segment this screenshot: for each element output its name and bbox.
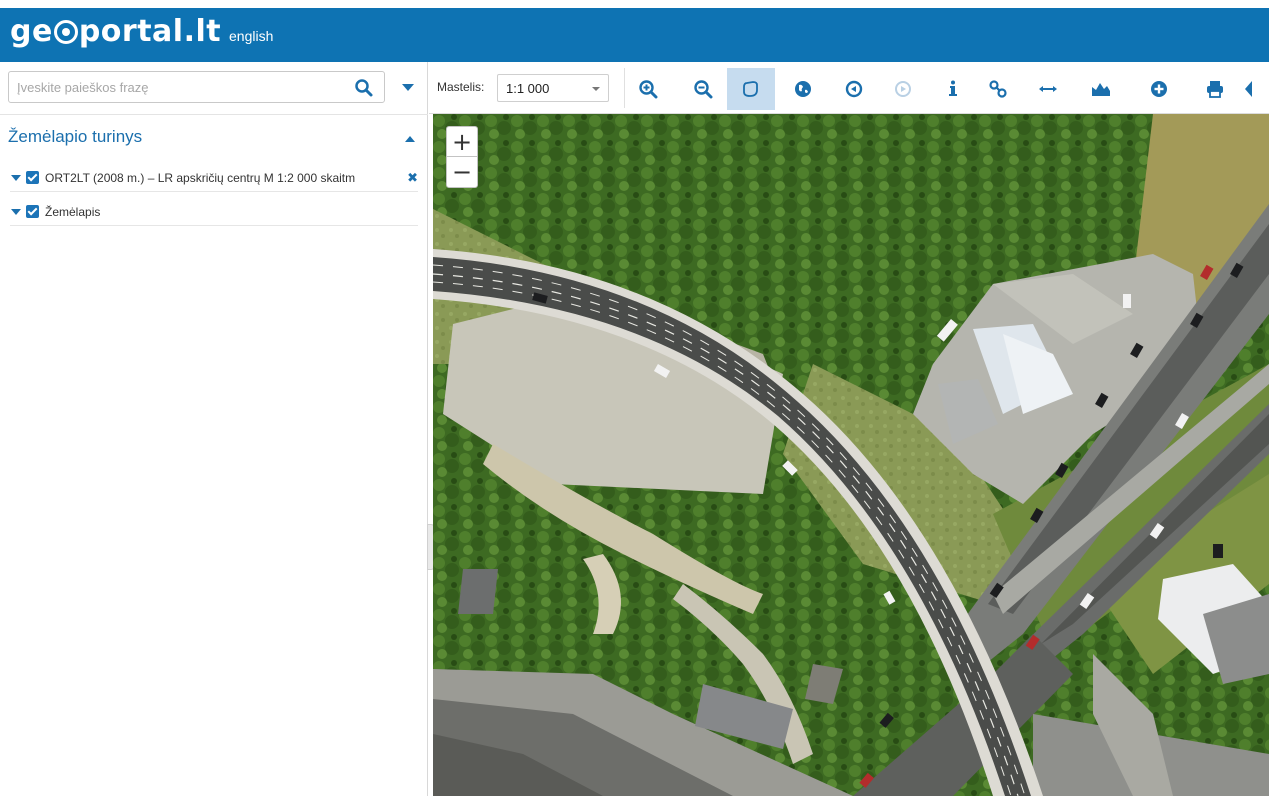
aerial-imagery-layer[interactable]: [433, 114, 1269, 796]
link-icon: [989, 80, 1007, 98]
previous-extent-button[interactable]: [832, 68, 876, 110]
print-icon: [1207, 81, 1223, 98]
more-icon: [1245, 81, 1252, 97]
next-extent-icon: [895, 81, 911, 97]
map-zoom-control: + −: [446, 126, 478, 188]
toolbar-divider: [624, 68, 625, 108]
layer-visibility-checkbox[interactable]: [26, 205, 39, 218]
map-view[interactable]: + −: [433, 114, 1269, 796]
map-content-title: Žemėlapio turinys: [8, 127, 143, 146]
language-switch-link[interactable]: english: [229, 28, 273, 44]
search-options-dropdown-icon[interactable]: [399, 80, 417, 94]
geoportal-logo[interactable]: ge portal.lt: [10, 14, 221, 49]
logo-suffix: portal.lt: [78, 14, 222, 49]
zoom-out-tool-icon: [694, 80, 713, 99]
identify-button[interactable]: [931, 68, 975, 110]
search-icon[interactable]: [354, 78, 374, 98]
layer-label: ORT2LT (2008 m.) – LR apskričių centrų M…: [45, 170, 356, 185]
info-icon: [949, 80, 957, 96]
header-top-strip: [0, 0, 1269, 8]
layer-row-zemelapis: Žemėlapis: [10, 198, 418, 226]
scale-value: 1:1 000: [506, 81, 550, 96]
expand-layer-chevron-icon[interactable]: [10, 172, 22, 184]
zoom-in-tool-button[interactable]: [626, 68, 670, 110]
elevation-profile-icon: [1092, 83, 1110, 96]
full-extent-button[interactable]: [781, 68, 825, 110]
expand-layer-chevron-icon[interactable]: [10, 206, 22, 218]
map-zoom-in-button[interactable]: +: [447, 127, 477, 157]
measure-distance-button[interactable]: [1026, 68, 1070, 110]
layer-row-ort2lt: ORT2LT (2008 m.) – LR apskričių centrų M…: [10, 164, 418, 192]
previous-extent-icon: [845, 80, 863, 98]
add-layer-button[interactable]: [1137, 68, 1181, 110]
pan-tool-button[interactable]: [727, 68, 775, 110]
map-zoom-out-button[interactable]: −: [447, 157, 477, 187]
logo-globe-icon: [53, 20, 78, 44]
elevation-profile-button[interactable]: [1079, 68, 1123, 110]
scale-label: Mastelis:: [437, 80, 485, 94]
sidebar-divider: [0, 114, 428, 115]
logo-prefix: ge: [10, 14, 53, 49]
more-tools-button[interactable]: [1242, 68, 1269, 110]
zoom-out-tool-button[interactable]: [681, 68, 725, 110]
layer-visibility-checkbox[interactable]: [26, 171, 39, 184]
pan-tool-icon: [743, 81, 758, 97]
collapse-panel-icon[interactable]: [403, 134, 417, 144]
print-button[interactable]: [1193, 68, 1237, 110]
globe-icon: [795, 81, 811, 97]
search-input[interactable]: [17, 73, 347, 101]
search-box: [8, 71, 385, 103]
chevron-down-icon: [592, 87, 600, 95]
layer-label: Žemėlapis: [45, 204, 101, 219]
add-layer-icon: [1151, 81, 1167, 97]
left-sidebar: Žemėlapio turinys ORT2LT (2008 m.) – LR …: [0, 62, 428, 796]
remove-layer-icon[interactable]: ✖: [407, 170, 418, 186]
map-toolbar: Mastelis: 1:1 000: [429, 62, 1269, 114]
scale-select[interactable]: 1:1 000: [497, 74, 609, 102]
measure-distance-icon: [1039, 86, 1057, 92]
link-button[interactable]: [976, 68, 1020, 110]
zoom-in-tool-icon: [639, 80, 658, 99]
top-header: ge portal.lt english: [0, 0, 1269, 62]
next-extent-button[interactable]: [881, 68, 925, 110]
